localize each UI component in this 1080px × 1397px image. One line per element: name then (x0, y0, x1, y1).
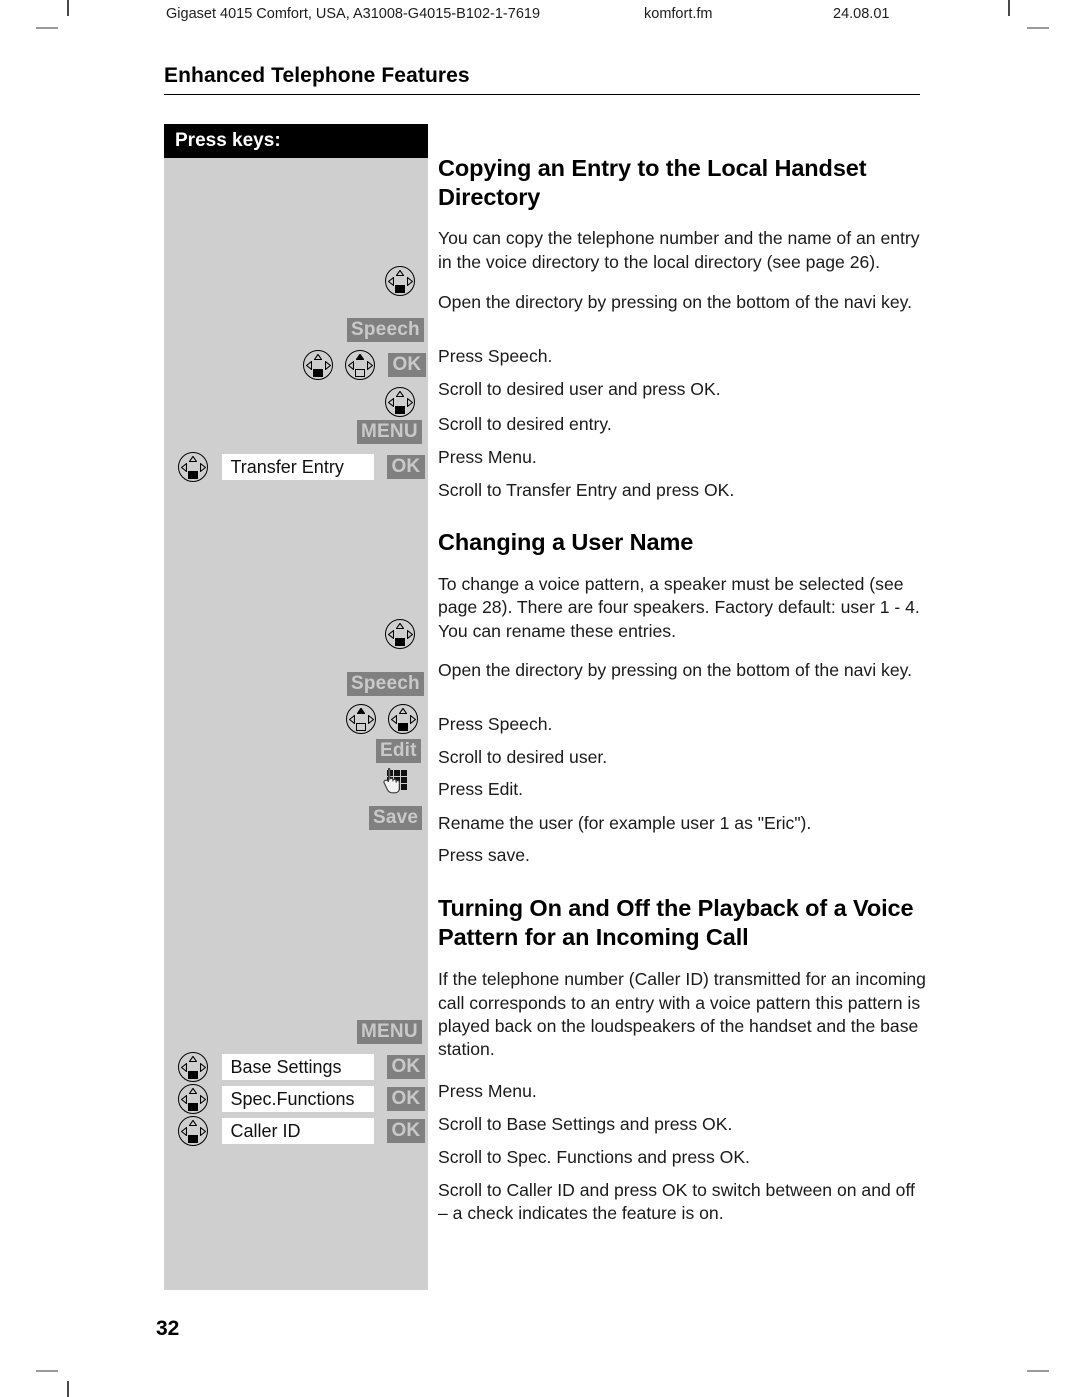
step-text: Scroll to Spec. Functions and press OK. (438, 1146, 750, 1167)
step-text: Scroll to desired entry. (438, 414, 612, 435)
key-art-scroll-ok-1[interactable]: OK (303, 350, 426, 380)
navi-key-icon (385, 619, 415, 649)
softkey-ok[interactable]: OK (386, 1087, 425, 1111)
section-heading-changing-user-name: Changing a User Name (438, 529, 694, 556)
step-row: Open the directory by pressing on the bo… (438, 291, 928, 337)
step-row: Scroll to desired user. (438, 746, 928, 770)
softkey-ok[interactable]: OK (386, 455, 425, 479)
softkey-edit[interactable]: Edit (376, 739, 421, 763)
step-text: Scroll to Caller ID and press OK to swit… (438, 1179, 915, 1224)
section-intro-copying-entry: You can copy the telephone number and th… (438, 228, 920, 272)
running-head: Gigaset 4015 Comfort, USA, A31008-G4015-… (0, 6, 1080, 28)
softkey-speech[interactable]: Speech (347, 318, 424, 342)
softkey-speech[interactable]: Speech (347, 672, 424, 696)
softkey-ok[interactable]: OK (387, 353, 426, 377)
key-art-softkey-speech-2[interactable]: Speech (347, 672, 424, 696)
section-intro-voice-pattern-playback: If the telephone number (Caller ID) tran… (438, 969, 926, 1060)
key-art-softkey-edit[interactable]: Edit (376, 739, 421, 763)
step-row: Press Edit. (438, 778, 928, 802)
section-heading-copying-entry: Copying an Entry to the Local Handset Di… (438, 155, 867, 210)
navi-key-up-icon (345, 350, 376, 380)
step-row: Scroll to desired entry. (438, 413, 928, 437)
step-text: Rename the user (for example user 1 as "… (438, 812, 812, 833)
running-head-file: komfort.fm (644, 6, 713, 22)
menu-entry-field[interactable]: Base Settings (222, 1054, 375, 1080)
key-art-navi-down-3[interactable] (385, 619, 415, 654)
menu-entry-field[interactable]: Caller ID (222, 1118, 375, 1144)
step-row: Scroll to Base Settings and press OK. (438, 1113, 928, 1137)
running-head-document: Gigaset 4015 Comfort, USA, A31008-G4015-… (166, 6, 541, 22)
softkey-ok[interactable]: OK (386, 1119, 425, 1143)
key-art-menu-row-base-settings[interactable]: Base Settings OK (178, 1052, 425, 1082)
key-art-softkey-menu-1[interactable]: MENU (357, 420, 422, 444)
step-row: Scroll to Spec. Functions and press OK. (438, 1146, 928, 1170)
softkey-save[interactable]: Save (369, 806, 423, 830)
crop-mark-bottom-left-horizontal (36, 1370, 58, 1372)
keypad-hand-icon (378, 768, 407, 798)
softkey-menu[interactable]: MENU (357, 420, 422, 444)
key-art-menu-row-caller-id[interactable]: Caller ID OK (178, 1116, 425, 1146)
step-row: Open the directory by pressing on the bo… (438, 659, 928, 705)
navi-key-icon (178, 1084, 208, 1114)
step-row: Press Menu. (438, 446, 928, 470)
navi-key-icon (385, 387, 415, 417)
chapter-title: Enhanced Telephone Features (164, 64, 920, 95)
step-text: Press Menu. (438, 1080, 537, 1101)
navi-key-icon (388, 704, 419, 734)
key-column-header: Press keys: (164, 124, 428, 158)
menu-entry-field[interactable]: Spec.Functions (222, 1086, 375, 1112)
crop-mark-bottom-right-horizontal (1027, 1370, 1049, 1372)
step-text: Scroll to desired user and press OK. (438, 379, 721, 400)
key-art-softkey-save[interactable]: Save (369, 806, 423, 830)
key-art-softkey-menu-2[interactable]: MENU (357, 1020, 422, 1044)
key-art-navi-down-1[interactable] (385, 266, 415, 301)
step-text: Open the directory by pressing on the bo… (438, 659, 912, 680)
navi-key-icon (178, 452, 208, 482)
step-row: Press Speech. (438, 345, 928, 369)
step-text: Scroll to Base Settings and press OK. (438, 1113, 733, 1134)
step-row: Scroll to Transfer Entry and press OK. (438, 479, 928, 503)
page-number: 32 (156, 1317, 180, 1340)
step-text: Press Speech. (438, 346, 553, 367)
crop-mark-bottom-left-vertical (67, 1381, 69, 1397)
step-text: Press Menu. (438, 447, 537, 468)
step-text: Scroll to desired user. (438, 746, 608, 767)
section-intro-changing-user-name: To change a voice pattern, a speaker mus… (438, 573, 920, 641)
navi-key-icon (178, 1052, 208, 1082)
step-row: Press Speech. (438, 713, 928, 737)
navi-key-icon (178, 1116, 208, 1146)
key-column-panel: Speech OK MENU Transfer Entry OK Speech … (164, 158, 428, 1290)
body-column: Copying an Entry to the Local Handset Di… (438, 140, 928, 1226)
navi-key-icon (385, 266, 415, 296)
key-art-keypad-hand[interactable] (378, 768, 407, 803)
step-row: Rename the user (for example user 1 as "… (438, 812, 928, 836)
step-text: Open the directory by pressing on the bo… (438, 292, 912, 313)
step-row: Scroll to Caller ID and press OK to swit… (438, 1179, 928, 1226)
section-heading-voice-pattern-playback: Turning On and Off the Playback of a Voi… (438, 894, 914, 950)
step-text: Press Speech. (438, 713, 553, 734)
key-art-menu-row-spec-functions[interactable]: Spec.Functions OK (178, 1084, 425, 1114)
softkey-ok[interactable]: OK (386, 1055, 425, 1079)
key-art-navi-down-2[interactable] (385, 387, 415, 422)
navi-key-icon (303, 350, 333, 380)
step-text: Press save. (438, 844, 530, 865)
step-row: Press save. (438, 844, 928, 868)
key-art-menu-row-transfer-entry[interactable]: Transfer Entry OK (178, 452, 425, 482)
menu-entry-field[interactable]: Transfer Entry (222, 454, 375, 480)
step-text: Press Edit. (438, 778, 524, 799)
step-text: Scroll to Transfer Entry and press OK. (438, 480, 735, 501)
key-art-scroll-pair[interactable] (346, 704, 419, 734)
softkey-menu[interactable]: MENU (357, 1020, 422, 1044)
navi-key-up-icon (346, 704, 376, 734)
step-row: Press Menu. (438, 1080, 928, 1104)
key-art-softkey-speech-1[interactable]: Speech (347, 318, 424, 342)
running-head-date: 24.08.01 (833, 6, 890, 22)
step-row: Scroll to desired user and press OK. (438, 378, 928, 402)
